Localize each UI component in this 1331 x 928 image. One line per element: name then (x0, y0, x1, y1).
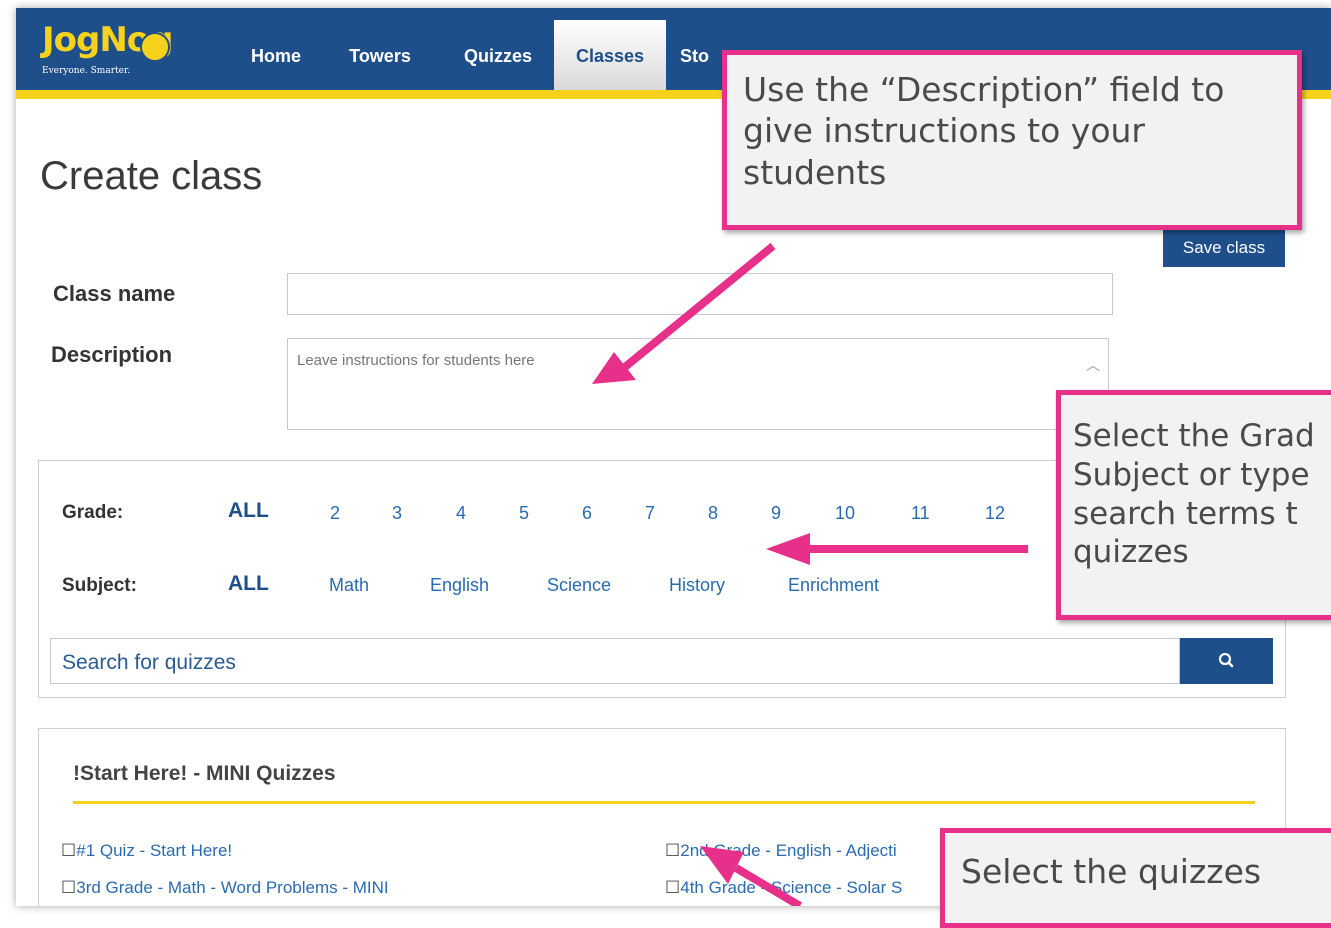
arrow-to-description (622, 242, 776, 371)
callout-description-tip: Use the “Description” field to give inst… (722, 50, 1302, 230)
arrowhead-icon (700, 846, 744, 884)
callout-filter-tip: Select the Grad Subject or type search t… (1056, 390, 1331, 620)
callout-select-quizzes-tip: Select the quizzes (940, 828, 1331, 928)
arrow-to-quizzes (733, 864, 803, 906)
arrowhead-icon (766, 533, 810, 565)
